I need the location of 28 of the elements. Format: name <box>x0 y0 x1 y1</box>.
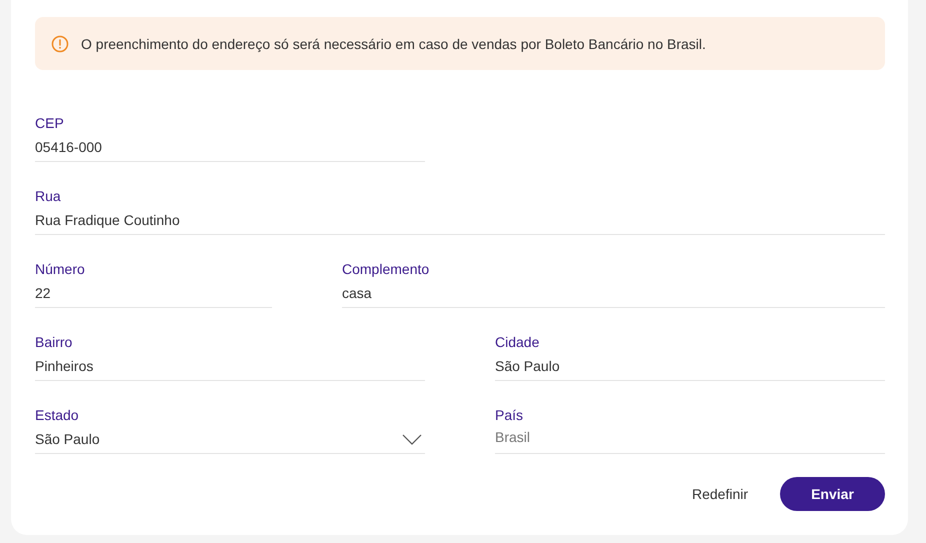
input-field[interactable]: Cidade São Paulo <box>495 334 885 381</box>
field-value: 05416-000 <box>35 138 425 156</box>
warning-icon <box>51 34 69 52</box>
chevron-down-icon[interactable] <box>402 434 422 445</box>
field-label: Número <box>35 261 86 277</box>
submit-button[interactable]: Enviar <box>780 477 885 511</box>
field-value: 22 <box>35 284 272 302</box>
input-field[interactable]: CEP 05416-000 <box>35 115 425 162</box>
field-label: País <box>495 407 524 423</box>
input-field[interactable]: Rua Rua Fradique Coutinho <box>35 188 885 235</box>
field-value: casa <box>342 284 885 302</box>
field-label: CEP <box>35 115 65 131</box>
input-field[interactable]: Bairro Pinheiros <box>35 334 425 381</box>
input-field[interactable]: Número 22 <box>35 261 272 308</box>
field-label: Estado <box>35 407 80 423</box>
reset-button[interactable]: Redefinir <box>692 486 748 502</box>
field-value: São Paulo <box>495 357 885 375</box>
field-label: Bairro <box>35 334 74 350</box>
field-label: Rua <box>35 188 62 204</box>
field-value: Rua Fradique Coutinho <box>35 211 885 229</box>
field-label: Complemento <box>342 261 430 277</box>
field-label: Cidade <box>495 334 540 350</box>
alert-text: O preenchimento do endereço só será necessário em caso de vendas por Boleto Bancário no Brasil. <box>81 36 706 52</box>
input-field[interactable]: Complemento casa <box>342 261 885 308</box>
select-field[interactable]: Estado São Paulo <box>35 407 425 454</box>
field-value: Pinheiros <box>35 357 425 375</box>
field-value: São Paulo <box>35 430 425 448</box>
field-value: Brasil <box>495 428 885 446</box>
